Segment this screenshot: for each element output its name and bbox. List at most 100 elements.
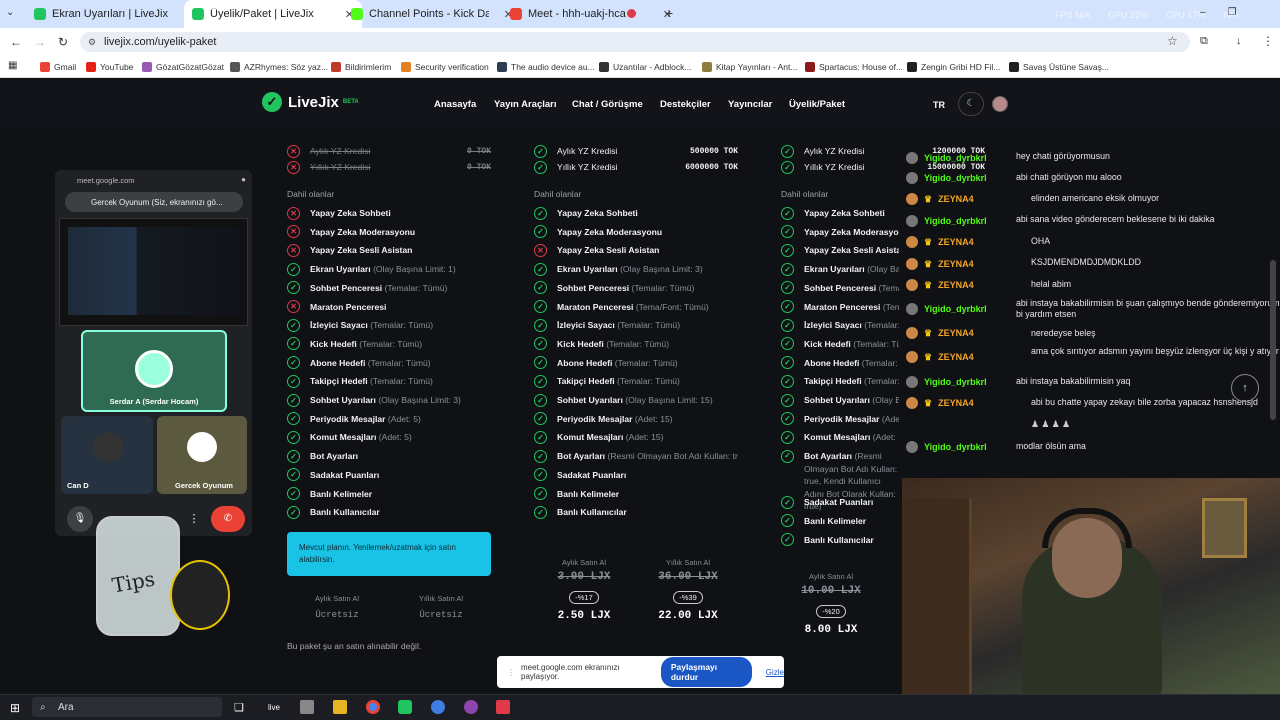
taskbar-live-app[interactable]: live	[268, 703, 280, 712]
taskbar-app-grid-icon[interactable]	[496, 700, 510, 714]
nav-link[interactable]: Yayıncılar	[728, 99, 772, 110]
credit-label: Aylık YZ Kredisi	[310, 146, 371, 156]
participant-tile-serdar[interactable]: Serdar A (Serdar Hocam)	[81, 330, 227, 412]
participant-tile-gercek[interactable]: Gercek Oyunum	[157, 416, 247, 494]
chat-username[interactable]: Yigido_dyrbkrl	[906, 215, 987, 227]
bookmark-item[interactable]: Savaş Üstüne Savaş...	[1009, 60, 1109, 74]
current-plan-notice: Mevcut planın. Yenilemek/uzatmak için sa…	[287, 532, 491, 576]
feature-name: Maraton Penceresi	[804, 301, 881, 312]
chat-username[interactable]: Yigido_dyrbkrl	[906, 441, 987, 453]
task-view-icon[interactable]: ❏	[234, 701, 244, 714]
page-scrollbar[interactable]	[1270, 260, 1276, 420]
bookmark-item[interactable]: Security verification	[401, 60, 489, 74]
bookmark-item[interactable]: YouTube	[86, 60, 133, 74]
feature-row: ✓ Sohbet Penceresi (Temalar: Tümü)	[287, 279, 491, 297]
livejix-logo[interactable]: ✓ LiveJix BETA	[262, 92, 359, 112]
chat-username-text: Yigido_dyrbkrl	[924, 304, 987, 314]
share-drag-handle[interactable]: ⋮	[507, 668, 515, 677]
bookmark-item[interactable]: GözatGözatGözat	[142, 60, 224, 74]
mic-button[interactable]: 🎙	[67, 506, 93, 532]
feature-text: Yapay Zeka Moderasyonu	[804, 227, 899, 237]
taskbar-app-green-icon[interactable]	[398, 700, 412, 714]
scroll-top-button[interactable]: ↑	[1231, 374, 1259, 402]
chat-message: abi instaya bakabilirmisin yaq	[1016, 376, 1131, 386]
language-selector[interactable]: TR	[933, 100, 945, 110]
user-avatar[interactable]	[992, 96, 1008, 112]
browser-tab[interactable]: Ekran Uyarıları | LiveJix✕	[26, 0, 204, 28]
chat-username[interactable]: ♛ ZEYNA4	[906, 193, 974, 205]
site-info-icon[interactable]: ⚙	[88, 37, 96, 48]
minimize-icon[interactable]: –	[1200, 7, 1206, 18]
chat-username[interactable]: ♛ ZEYNA4	[906, 236, 974, 248]
feature-row: ✓ Banlı Kelimeler	[287, 485, 491, 503]
participant-avatar	[135, 350, 173, 388]
bookmark-item[interactable]: Zengin Gribi HD Fil...	[907, 60, 1000, 74]
chat-username[interactable]: Yigido_dyrbkrl	[906, 152, 987, 164]
start-icon[interactable]: ⊞	[10, 701, 20, 715]
taskbar-folder-icon[interactable]	[333, 700, 347, 714]
maximize-icon[interactable]: ❐	[1228, 7, 1237, 18]
nav-link[interactable]: Anasayfa	[434, 99, 476, 110]
nav-link[interactable]: Chat / Görüşme	[572, 99, 643, 110]
check-icon: ✓	[287, 318, 300, 332]
hide-button[interactable]: Gizle	[766, 668, 784, 677]
price-option[interactable]: Aylık Satın Al 10.00 LJX -%20 8.00 LJX	[781, 572, 881, 636]
check-icon: ✓	[287, 430, 300, 444]
screen-share-bar: ⋮ meet.google.com ekranınızı paylaşıyor.…	[497, 656, 784, 688]
chat-message: neredeyse beleş	[1031, 328, 1096, 338]
participant-tile-can[interactable]: Can D	[61, 416, 153, 494]
bookmark-item[interactable]: Kitap Yayınları - Ant...	[702, 60, 797, 74]
chat-username[interactable]: Yigido_dyrbkrl	[906, 303, 987, 315]
chat-username[interactable]: ♛ ZEYNA4	[906, 397, 974, 409]
feature-note: (Olay Başına Limit: 1)	[373, 264, 456, 275]
bookmark-label: Savaş Üstüne Savaş...	[1023, 62, 1109, 72]
bookmark-item[interactable]: The audio device au...	[497, 60, 595, 74]
tab-list-button[interactable]: ⌄	[6, 7, 14, 18]
apps-icon[interactable]: ▦	[8, 60, 17, 71]
feature-row: ✓ Sohbet Uyarıları (Olay Başına Limit: 15…	[534, 391, 738, 409]
nav-link[interactable]: Üyelik/Paket	[789, 99, 845, 110]
bookmark-item[interactable]: Gmail	[40, 60, 76, 74]
address-bar[interactable]: ⚙ livejix.com/uyelik-paket	[80, 32, 1190, 52]
theme-toggle-icon[interactable]: ☾	[958, 92, 984, 116]
browser-tab[interactable]: Meet - hhh-uakj-hca ✕	[502, 0, 680, 28]
back-button[interactable]: ←	[10, 35, 22, 49]
taskbar-obs-icon[interactable]	[464, 700, 478, 714]
bookmark-item[interactable]: Spartacus: House of...	[805, 60, 903, 74]
bookmark-star-icon[interactable]: ☆	[1167, 34, 1178, 48]
bookmark-item[interactable]: Uzantılar - Adblock...	[599, 60, 691, 74]
price-option[interactable]: Aylık Satın Al 3.00 LJX -%17 2.50 LJX	[534, 558, 634, 622]
extensions-icon[interactable]: ⧉	[1200, 35, 1208, 48]
bookmark-item[interactable]: AZRhymes: Söz yaz...	[230, 60, 328, 74]
chat-username[interactable]: Yigido_dyrbkrl	[906, 172, 987, 184]
reload-button[interactable]: ↻	[58, 35, 68, 49]
bookmark-item[interactable]: Bildirimlerim	[331, 60, 391, 74]
download-icon[interactable]: ↓	[1236, 35, 1242, 47]
forward-button[interactable]: →	[34, 35, 46, 49]
taskbar-search[interactable]: ⌕ Ara	[32, 697, 222, 717]
chat-username[interactable]: ♛ ZEYNA4	[906, 279, 974, 291]
chat-username[interactable]: Yigido_dyrbkrl	[906, 376, 987, 388]
presenting-banner[interactable]: Gercek Oyunum (Siz, ekranınızı gö...	[65, 192, 243, 212]
new-tab-button[interactable]: +	[665, 5, 673, 21]
window-controls[interactable]: – ❐	[1200, 7, 1237, 18]
taskbar-app-store-icon[interactable]	[300, 700, 314, 714]
browser-tab[interactable]: Üyelik/Paket | LiveJix ✕	[184, 0, 362, 28]
feature-note: (Temalar: Tümü)	[878, 282, 899, 293]
end-call-button[interactable]: ✆	[211, 506, 245, 532]
more-options-button[interactable]: ⋮	[185, 506, 203, 532]
browser-tab[interactable]: Channel Points - Kick Dashboa✕	[343, 0, 521, 28]
feature-note: (Adet: 100)	[881, 413, 899, 424]
nav-link[interactable]: Destekçiler	[660, 99, 711, 110]
chat-username[interactable]: ♛ ZEYNA4	[906, 327, 974, 339]
check-icon: ✓	[534, 300, 547, 313]
chat-username[interactable]: ♛ ZEYNA4	[906, 258, 974, 270]
price-option[interactable]: Yıllık Satın Al 36.00 LJX -%39 22.00 LJX	[638, 558, 738, 622]
taskbar-chrome-icon[interactable]	[366, 700, 380, 714]
feature-text: Banlı Kelimeler	[804, 516, 866, 526]
chat-username[interactable]: ♛ ZEYNA4	[906, 351, 974, 363]
nav-link[interactable]: Yayın Araçları	[494, 99, 557, 110]
menu-icon[interactable]: ⋮	[1262, 34, 1274, 48]
taskbar-app-blue-icon[interactable]	[431, 700, 445, 714]
stop-sharing-button[interactable]: Paylaşmayı durdur	[660, 657, 752, 687]
